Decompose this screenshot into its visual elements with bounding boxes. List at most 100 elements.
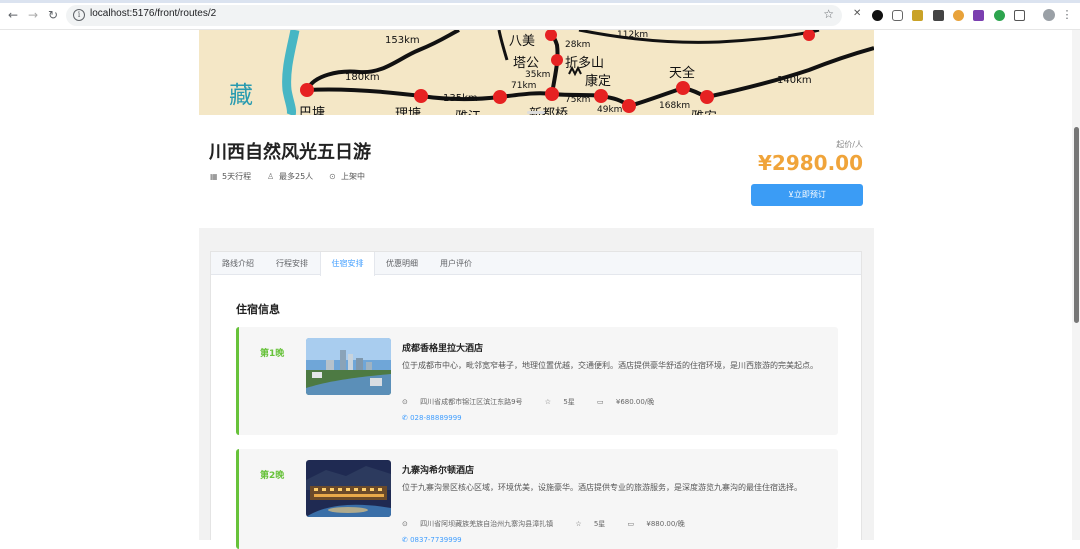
map-distance: 180km [345,72,380,83]
phone-icon: ✆ [402,414,411,422]
camera-icon[interactable] [892,10,903,21]
tab-itinerary[interactable]: 行程安排 [265,252,319,275]
bookmark-star-icon[interactable]: ☆ [823,7,834,21]
meta-status: ⊙ 上架中 [329,171,365,182]
extension-orange-icon[interactable] [953,10,964,21]
scrollbar-thumb[interactable] [1074,127,1079,323]
phone-icon: ✆ [402,536,411,544]
extension-circle-icon[interactable] [872,10,883,21]
map-distance: 135km [443,93,478,104]
hotel-description: 位于九寨沟景区核心区域，环境优美，设施豪华。酒店提供专业的旅游服务，是深度游览九… [402,483,802,492]
meta-days: ▦ 5天行程 [210,171,251,182]
map-distance: 140km [777,75,812,86]
tab-discounts[interactable]: 优惠明细 [375,252,429,275]
hotel-name: 九寨沟希尔顿酒店 [402,466,475,476]
route-title: 川西自然风光五日游 [209,142,371,163]
map-label-tagong: 塔公 [513,56,540,71]
map-label-yajiang: 雅江 [455,106,481,115]
extension-calc-icon[interactable] [933,10,944,21]
forward-icon[interactable]: → [26,8,40,22]
address-url[interactable]: localhost:5176/front/routes/2 [90,8,216,19]
hotel-price-text: ¥680.00/晚 [615,398,655,406]
star-icon: ☆ [544,398,554,406]
hotel-facts: ⊙ 四川省阿坝藏族羌族自治州九寨沟县漳扎镇 ☆ 5星 ▭ ¥880.00/晚 [402,519,705,529]
address-bar[interactable]: i localhost:5176/front/routes/2 ☆ [66,5,842,26]
tab-bar: 路线介绍 行程安排 住宿安排 优惠明细 用户评价 [211,252,861,276]
extension-yellow-icon[interactable] [912,10,923,21]
browser-toolbar: ← → ↻ i localhost:5176/front/routes/2 ☆ … [0,0,1080,30]
map-distance: 153km [385,35,420,46]
book-now-button[interactable]: ⊻立即预订 [751,184,863,206]
night-label: 第1晚 [260,349,285,359]
hotel-address: ⊙ 四川省阿坝藏族羌族自治州九寨沟县漳扎镇 [402,520,563,528]
map-label-zheduoshan: 折多山 [565,56,605,71]
hotel-photo[interactable] [306,460,391,517]
hotel-stars-text: 5星 [563,398,575,406]
hotel-phone[interactable]: ✆ 028-88889999 [402,414,462,422]
menu-kebab-icon[interactable]: ⋮ [1060,8,1074,22]
meta-days-text: 5天行程 [222,172,252,181]
map-distance: 49km [597,105,623,115]
hotel-facts: ⊙ 四川省成都市锦江区滨江东路9号 ☆ 5星 ▭ ¥680.00/晚 [402,397,674,407]
map-label-lushan: 雅安 [691,106,717,115]
map-label-kangding: 康定 [585,74,612,89]
location-pin-icon: ⊙ [329,172,336,181]
hotel-price: ▭ ¥680.00/晚 [597,398,664,406]
map-label-zang: 藏 [229,81,253,109]
profile-avatar[interactable] [1043,9,1055,21]
location-pin-icon: ⊙ [402,520,411,528]
meta-capacity: ♙ 最多25人 [267,171,313,182]
hotel-stars: ☆ 5星 [575,520,615,528]
map-label-bamei: 八美 [509,34,536,49]
wallet-icon: ▭ [627,520,637,528]
hotel-phone-text[interactable]: 0837-7739999 [410,536,462,544]
location-pin-icon: ⊙ [402,398,411,406]
night-label: 第2晚 [260,471,285,481]
site-info-icon[interactable]: i [73,9,85,21]
map-label-batang: 巴塘 [299,106,326,115]
meta-status-text: 上架中 [341,172,365,181]
calendar-icon: ▦ [210,172,218,181]
map-distance: 71km [511,81,537,91]
map-distance: 28km [565,40,591,50]
section-title: 住宿信息 [236,303,280,316]
price-label: 起价/人 [836,140,863,149]
extension-green-icon[interactable] [994,10,1005,21]
hotel-stars: ☆ 5星 [545,398,585,406]
hotel-photo[interactable] [306,338,391,395]
hotel-description: 位于成都市中心，毗邻宽窄巷子，地理位置优越，交通便利。酒店提供豪华舒适的住宿环境… [402,361,818,370]
carousel-indicator[interactable] [527,111,545,114]
hotel-price: ▭ ¥880.00/晚 [628,520,695,528]
back-icon[interactable]: ← [6,8,20,22]
map-distance: 35km [525,70,551,80]
route-map-image: 藏 八美 塔公 折多山 康定 天全 新都桥 雅江 理塘 巴塘 雅安 153km … [199,30,874,115]
hotel-phone-text[interactable]: 028-88889999 [410,414,462,422]
route-price: ¥2980.00 [757,151,863,175]
meta-capacity-text: 最多25人 [279,172,314,181]
map-distance: 75km [565,95,591,105]
user-icon: ♙ [267,172,275,181]
extension-x-icon[interactable]: ✕ [853,8,864,19]
extensions-puzzle-icon[interactable] [1014,10,1025,21]
tab-reviews[interactable]: 用户评价 [429,252,483,275]
hotel-price-text: ¥880.00/晚 [646,520,685,528]
book-now-label: 立即预订 [793,190,826,199]
extension-purple-icon[interactable] [973,10,984,21]
tab-route-intro[interactable]: 路线介绍 [211,252,265,275]
hotel-stars-text: 5星 [593,520,606,528]
reload-icon[interactable]: ↻ [46,8,60,22]
map-distance: 168km [659,101,691,111]
map-distance: 112km [617,30,649,40]
hotel-address-text: 四川省阿坝藏族羌族自治州九寨沟县漳扎镇 [420,520,554,528]
hotel-card: 第2晚 九寨沟希尔顿酒店 位于九寨沟景区核心区域，环境优美，设施豪华。酒店提供专… [236,449,838,549]
hotel-address: ⊙ 四川省成都市锦江区滨江东路9号 [402,398,533,406]
hotel-address-text: 四川省成都市锦江区滨江东路9号 [420,398,523,406]
map-label-litang: 理塘 [395,107,422,115]
star-icon: ☆ [575,520,584,528]
tab-accommodation[interactable]: 住宿安排 [320,252,375,276]
tab-strip [0,0,1080,3]
map-label-tianquan: 天全 [669,66,696,81]
hotel-phone[interactable]: ✆ 0837-7739999 [402,536,462,544]
hotel-card: 第1晚 成都香格里拉大酒店 位于成都市中心，毗邻宽窄巷子，地理位置优越，交通便利… [236,327,838,435]
hotel-name: 成都香格里拉大酒店 [402,344,484,354]
